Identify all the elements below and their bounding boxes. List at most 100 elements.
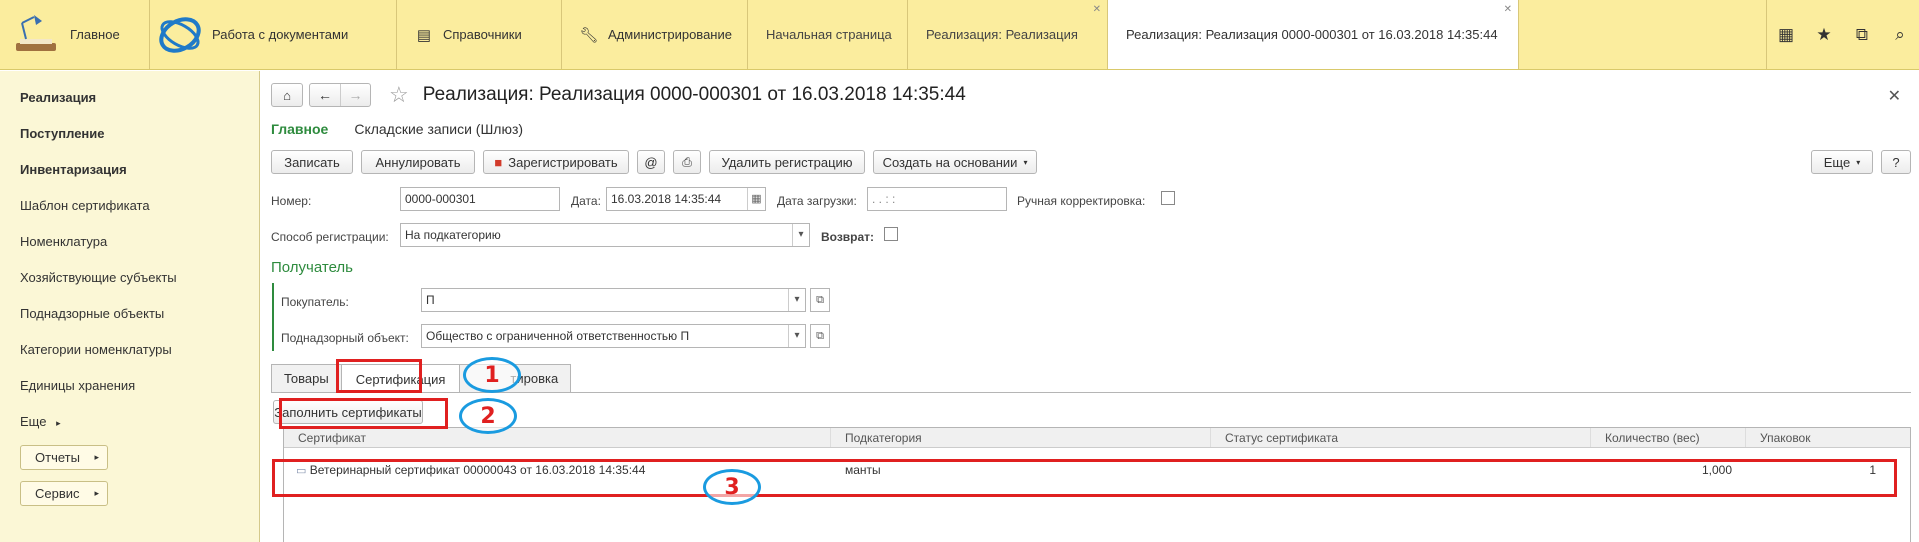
- sidebar-item-storage-units[interactable]: Единицы хранения: [0, 373, 259, 409]
- open-object-icon[interactable]: ⧉: [810, 324, 830, 348]
- load-date-label: Дата загрузки:: [777, 194, 857, 208]
- forward-arrow-icon[interactable]: →: [340, 84, 370, 106]
- toolbar-right: ▦ ★ ⧉ ⌕: [1766, 0, 1919, 69]
- documents-logo-icon: [159, 16, 201, 53]
- search-icon[interactable]: ⌕: [1881, 25, 1919, 45]
- highlight-certification-tab: [336, 359, 422, 393]
- register-label: Зарегистрировать: [508, 154, 618, 170]
- tab-goods[interactable]: Товары: [271, 364, 342, 392]
- annul-button[interactable]: Аннулировать: [361, 150, 475, 174]
- sidebar-item-more[interactable]: Еще ▸: [0, 409, 259, 445]
- delete-registration-button[interactable]: Удалить регистрацию: [709, 150, 865, 174]
- supervised-object-select[interactable]: Общество с ограниченной ответственностью…: [421, 324, 806, 348]
- tab-label: Начальная страница: [766, 27, 892, 42]
- cube-icon: ■: [494, 154, 503, 170]
- administration-label: Администрирование: [608, 27, 732, 42]
- back-arrow-icon[interactable]: ←: [310, 84, 340, 106]
- sidebar-item-sales[interactable]: Реализация: [0, 85, 259, 121]
- desk-lamp-icon: [16, 14, 56, 51]
- sidebar-item-inventory[interactable]: Инвентаризация: [0, 157, 259, 193]
- column-header-quantity[interactable]: Количество (вес): [1591, 428, 1746, 447]
- reg-method-label: Способ регистрации:: [271, 230, 389, 244]
- administration-section-button[interactable]: 🔧︎ Администрирование: [562, 0, 748, 69]
- home-label: Главное: [70, 27, 120, 42]
- sidebar-item-business-entities[interactable]: Хозяйствующие субъекты: [0, 265, 259, 301]
- favorites-star-icon[interactable]: ★: [1805, 25, 1843, 45]
- manual-correction-label: Ручная корректировка:: [1017, 194, 1146, 208]
- close-icon[interactable]: ✕: [1504, 4, 1512, 15]
- sidebar: Реализация Поступление Инвентаризация Ша…: [0, 71, 260, 542]
- sidebar-item-nomenclature[interactable]: Номенклатура: [0, 229, 259, 265]
- buyer-select[interactable]: П: [421, 288, 806, 312]
- recipient-group-title: Получатель: [271, 259, 353, 276]
- dictionaries-section-button[interactable]: ▤ Справочники: [397, 0, 562, 69]
- table-header: Сертификат Подкатегория Статус сертифика…: [284, 428, 1910, 448]
- subnav-main[interactable]: Главное: [271, 121, 328, 137]
- print-button[interactable]: ⎙: [673, 150, 701, 174]
- caret-right-icon: ▸: [94, 452, 99, 462]
- caret-right-icon: ▸: [56, 418, 61, 428]
- printer-icon: ⎙: [682, 154, 692, 169]
- supervised-object-label: Поднадзорный объект:: [281, 331, 409, 345]
- title-row: ⌂ ← → ☆ Реализация: Реализация 0000-0003…: [271, 82, 966, 108]
- more-actions-button[interactable]: Еще ▾: [1811, 150, 1873, 174]
- caret-down-icon: ▾: [1856, 157, 1861, 167]
- sidebar-item-supervised-objects[interactable]: Поднадзорные объекты: [0, 301, 259, 337]
- column-header-certificate[interactable]: Сертификат: [284, 428, 831, 447]
- number-label: Номер:: [271, 194, 312, 208]
- reports-button[interactable]: Отчеты ▸: [20, 445, 108, 470]
- history-icon[interactable]: ⧉: [1843, 25, 1881, 45]
- form-subnav: Главное Складские записи (Шлюз): [271, 121, 523, 137]
- load-date-field[interactable]: . . : :: [867, 187, 1007, 211]
- sidebar-item-nomenclature-categories[interactable]: Категории номенклатуры: [0, 337, 259, 373]
- tab-label: Реализация: Реализация: [926, 27, 1078, 42]
- caret-down-icon: ▾: [1023, 157, 1028, 167]
- close-icon[interactable]: ✕: [1093, 4, 1101, 15]
- return-checkbox[interactable]: [884, 227, 898, 241]
- create-based-label: Создать на основании: [882, 154, 1018, 170]
- register-button[interactable]: ■ Зарегистрировать: [483, 150, 629, 174]
- nav-buttons: ← →: [309, 83, 371, 107]
- email-button[interactable]: @: [637, 150, 665, 174]
- sidebar-item-cert-template[interactable]: Шаблон сертификата: [0, 193, 259, 229]
- date-field[interactable]: 16.03.2018 14:35:44 ▦: [606, 187, 766, 211]
- home-button[interactable]: ⌂: [271, 83, 303, 107]
- annotation-marker-3: 3: [703, 469, 761, 505]
- subnav-warehouse-records[interactable]: Складские записи (Шлюз): [354, 121, 523, 137]
- highlight-fill-button: [279, 398, 448, 429]
- annotation-marker-1: 1: [463, 357, 521, 393]
- tab-start-page[interactable]: Начальная страница: [748, 0, 908, 69]
- documents-label: Работа с документами: [212, 27, 349, 42]
- date-value: 16.03.2018 14:35:44: [611, 192, 722, 206]
- help-button[interactable]: ?: [1881, 150, 1911, 174]
- service-button[interactable]: Сервис ▸: [20, 481, 108, 506]
- top-bar: Главное Работа с документами ▤ Справочни…: [0, 0, 1919, 70]
- apps-grid-icon[interactable]: ▦: [1767, 25, 1805, 45]
- caret-right-icon: ▸: [94, 488, 99, 498]
- at-sign-icon: @: [644, 154, 658, 170]
- more-label: Еще: [20, 414, 47, 429]
- home-section-button[interactable]: Главное: [0, 0, 150, 69]
- documents-section-button[interactable]: Работа с документами: [150, 0, 397, 69]
- column-header-subcategory[interactable]: Подкатегория: [831, 428, 1211, 447]
- reports-label: Отчеты: [35, 450, 80, 465]
- tab-sales-document[interactable]: Реализация: Реализация 0000-000301 от 16…: [1108, 0, 1519, 69]
- write-button[interactable]: Записать: [271, 150, 353, 174]
- home-icon: ⌂: [283, 87, 291, 103]
- date-label: Дата:: [571, 194, 601, 208]
- open-buyer-icon[interactable]: ⧉: [810, 288, 830, 312]
- reg-method-select[interactable]: На подкатегорию: [400, 223, 810, 247]
- command-bar: Записать Аннулировать ■ Зарегистрировать…: [271, 150, 1911, 176]
- column-header-packs[interactable]: Упаковок: [1746, 428, 1910, 447]
- page-title: Реализация: Реализация 0000-000301 от 16…: [422, 84, 966, 105]
- dictionaries-label: Справочники: [443, 27, 522, 42]
- create-based-on-button[interactable]: Создать на основании ▾: [873, 150, 1037, 174]
- tab-sales-list[interactable]: Реализация: Реализация ✕: [908, 0, 1108, 69]
- column-header-status[interactable]: Статус сертификата: [1211, 428, 1591, 447]
- calendar-icon[interactable]: ▦: [747, 188, 765, 210]
- manual-correction-checkbox[interactable]: [1161, 191, 1175, 205]
- sidebar-item-receipts[interactable]: Поступление: [0, 121, 259, 157]
- favorite-star-icon[interactable]: ☆: [389, 82, 409, 108]
- close-form-icon[interactable]: ✕: [1888, 86, 1901, 106]
- number-field[interactable]: 0000-000301: [400, 187, 560, 211]
